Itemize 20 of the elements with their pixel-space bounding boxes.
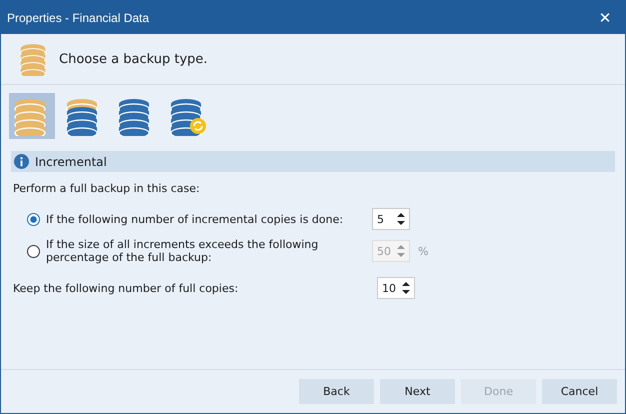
spinner-arrows-icon <box>402 281 410 295</box>
spinner-arrows-icon <box>397 244 405 258</box>
database-icon <box>19 42 47 76</box>
radio-button[interactable] <box>27 212 40 226</box>
section-title: Incremental <box>35 154 107 168</box>
option-label: If the following number of incremental copies is done: <box>46 212 344 226</box>
number-spinner[interactable]: 5 <box>372 208 410 230</box>
header-text: Choose a backup type. <box>59 52 208 66</box>
option-label: If the size of all increments exceeds the following percentage of the full backup: <box>46 238 320 264</box>
close-button[interactable]: ✕ <box>585 1 625 34</box>
intro-text: Perform a full backup in this case: <box>13 182 201 195</box>
dialog-button[interactable]: Next <box>380 379 455 404</box>
number-spinner[interactable]: 10 <box>377 277 415 299</box>
keep-label: Keep the following number of full copies: <box>13 282 240 294</box>
dialog-button[interactable]: Cancel <box>542 379 617 404</box>
window-title: Properties - Financial Data <box>7 10 150 24</box>
unit-label: % <box>418 244 428 258</box>
info-icon <box>14 154 29 169</box>
dialog-button[interactable]: Back <box>299 379 374 404</box>
spinner-arrows-icon <box>397 212 405 226</box>
